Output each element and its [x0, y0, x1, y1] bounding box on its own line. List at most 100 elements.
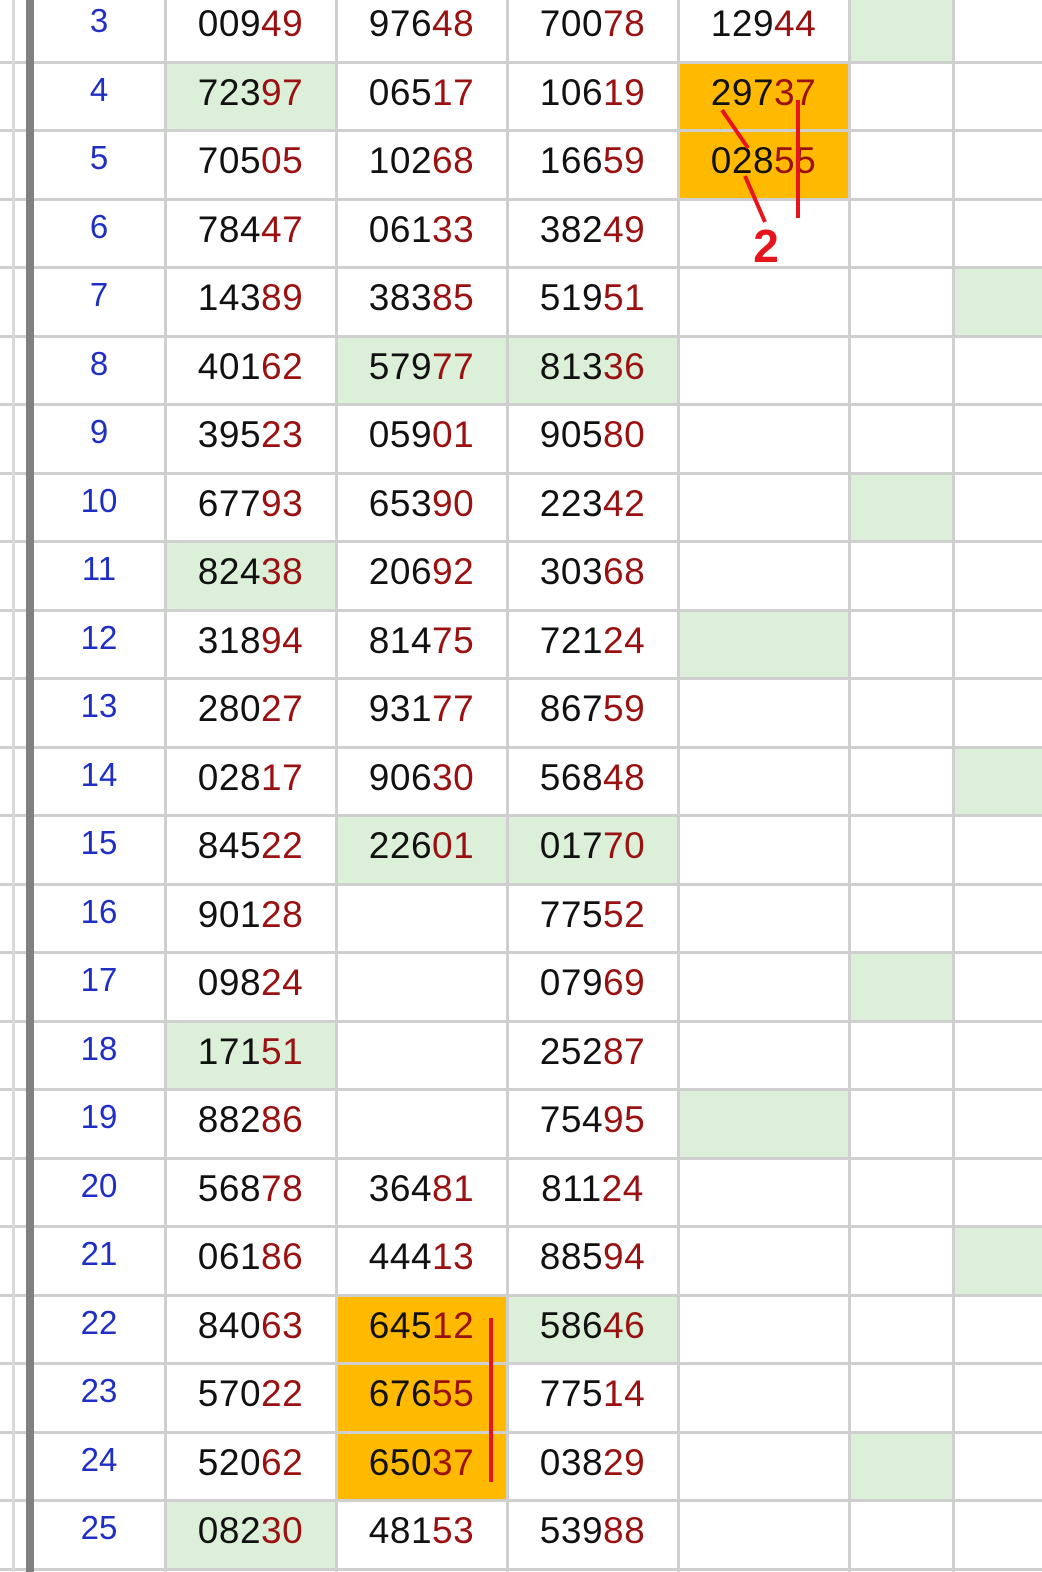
result-cell[interactable]: 93177 — [337, 678, 506, 746]
result-cell[interactable] — [679, 1021, 848, 1089]
result-cell[interactable] — [337, 952, 506, 1020]
result-cell[interactable]: 53988 — [508, 1500, 677, 1568]
result-cell[interactable]: 09824 — [166, 952, 335, 1020]
result-cell[interactable] — [679, 815, 848, 883]
result-cell[interactable]: 84522 — [166, 815, 335, 883]
result-cell[interactable] — [337, 1021, 506, 1089]
result-cell[interactable]: 05901 — [337, 404, 506, 472]
result-cell[interactable]: 72397 — [166, 61, 335, 130]
result-cell[interactable]: 31894 — [166, 610, 335, 678]
result-cell[interactable] — [337, 884, 506, 952]
result-cell[interactable]: 88286 — [166, 1089, 335, 1157]
result-cell[interactable]: 25287 — [508, 1021, 677, 1089]
result-cell[interactable]: 88594 — [508, 1226, 677, 1294]
table-row: 16 90128 77552 — [0, 884, 1042, 952]
result-cell[interactable]: 39523 — [166, 404, 335, 472]
result-cell[interactable]: 81336 — [508, 335, 677, 404]
result-cell[interactable]: 57022 — [166, 1363, 335, 1431]
result-cell[interactable]: 67655 — [337, 1363, 506, 1431]
result-cell[interactable]: 97648 — [337, 0, 506, 61]
result-cell[interactable]: 77552 — [508, 884, 677, 952]
result-cell[interactable]: 16659 — [508, 130, 677, 198]
result-cell[interactable]: 22342 — [508, 473, 677, 541]
result-cell[interactable]: 44413 — [337, 1226, 506, 1294]
result-cell[interactable]: 57977 — [337, 335, 506, 404]
result-cell[interactable]: 20692 — [337, 541, 506, 609]
result-cell[interactable] — [679, 404, 848, 472]
result-cell[interactable]: 38385 — [337, 267, 506, 335]
number-head-digits: 650 — [368, 1441, 433, 1483]
result-cell[interactable]: 14389 — [166, 267, 335, 335]
result-cell[interactable]: 40162 — [166, 336, 335, 404]
result-cell[interactable]: 12944 — [679, 0, 848, 61]
result-cell[interactable]: 38249 — [508, 199, 677, 267]
result-cell[interactable] — [679, 1295, 848, 1363]
result-cell[interactable]: 02817 — [166, 747, 335, 815]
result-cell[interactable]: 90630 — [337, 747, 506, 815]
result-cell[interactable]: 81475 — [337, 610, 506, 678]
result-cell[interactable] — [679, 473, 848, 541]
result-number: 81124 — [508, 1158, 677, 1220]
result-cell[interactable] — [679, 609, 848, 678]
result-cell[interactable]: 82438 — [166, 541, 335, 609]
result-cell[interactable]: 28027 — [166, 678, 335, 746]
result-cell[interactable]: 08230 — [166, 1500, 335, 1568]
result-cell[interactable]: 58646 — [508, 1294, 677, 1363]
result-cell[interactable]: 06186 — [166, 1226, 335, 1294]
result-cell[interactable]: 90580 — [508, 404, 677, 472]
result-cell[interactable]: 10268 — [337, 130, 506, 198]
result-cell[interactable]: 56848 — [508, 747, 677, 815]
result-cell[interactable] — [679, 747, 848, 815]
result-cell[interactable]: 75495 — [508, 1089, 677, 1157]
result-cell[interactable] — [679, 1500, 848, 1568]
result-cell[interactable]: 56878 — [166, 1158, 335, 1226]
result-cell[interactable]: 03829 — [508, 1432, 677, 1500]
result-cell[interactable]: 10619 — [508, 62, 677, 130]
result-cell[interactable]: 64512 — [337, 1294, 506, 1363]
result-cell[interactable]: 48153 — [337, 1500, 506, 1568]
result-cell[interactable]: 72124 — [508, 610, 677, 678]
result-cell[interactable] — [679, 1158, 848, 1226]
result-cell[interactable]: 02855 — [679, 130, 848, 198]
result-cell[interactable]: 07969 — [508, 952, 677, 1020]
result-number: 14389 — [166, 267, 335, 329]
result-cell[interactable]: 84063 — [166, 1295, 335, 1363]
result-cell[interactable]: 30368 — [508, 541, 677, 609]
result-cell[interactable]: 01770 — [508, 815, 677, 883]
result-cell[interactable] — [679, 336, 848, 404]
result-cell[interactable] — [679, 267, 848, 335]
result-cell[interactable]: 17151 — [166, 1020, 335, 1089]
result-cell[interactable] — [679, 678, 848, 746]
result-cell[interactable] — [679, 199, 848, 267]
result-cell[interactable]: 70505 — [166, 130, 335, 198]
extra-cell — [954, 1226, 1042, 1294]
result-cell[interactable]: 67793 — [166, 473, 335, 541]
result-cell[interactable]: 22601 — [337, 815, 506, 883]
result-cell[interactable]: 06133 — [337, 199, 506, 267]
result-cell[interactable]: 52062 — [166, 1432, 335, 1500]
result-cell[interactable]: 36481 — [337, 1158, 506, 1226]
row-number: 10 — [80, 481, 118, 519]
result-cell[interactable]: 77514 — [508, 1363, 677, 1431]
result-cell[interactable]: 00949 — [166, 0, 335, 61]
result-cell[interactable] — [337, 1089, 506, 1157]
number-head-digits: 586 — [539, 1304, 604, 1346]
result-cell[interactable]: 86759 — [508, 678, 677, 746]
result-cell[interactable]: 51951 — [508, 267, 677, 335]
result-cell[interactable] — [679, 1363, 848, 1431]
result-cell[interactable] — [679, 952, 848, 1020]
number-head-digits: 931 — [368, 688, 433, 729]
result-cell[interactable] — [679, 1089, 848, 1157]
result-cell[interactable]: 06517 — [337, 62, 506, 130]
result-cell[interactable] — [679, 884, 848, 952]
result-cell[interactable]: 78447 — [166, 199, 335, 267]
result-cell[interactable]: 81124 — [508, 1158, 677, 1226]
result-cell[interactable]: 65037 — [337, 1431, 506, 1500]
result-cell[interactable] — [679, 1226, 848, 1294]
result-cell[interactable]: 70078 — [508, 0, 677, 61]
result-cell[interactable]: 29737 — [679, 61, 848, 130]
result-cell[interactable] — [679, 1432, 848, 1500]
result-cell[interactable]: 65390 — [337, 473, 506, 541]
result-cell[interactable]: 90128 — [166, 884, 335, 952]
result-cell[interactable] — [679, 541, 848, 609]
